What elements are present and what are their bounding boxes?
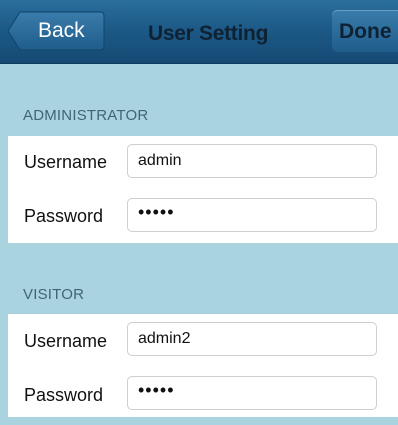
visitor-password-value: •••••	[138, 380, 175, 400]
user-setting-screen: Back User Setting Done ADMINISTRATOR Use…	[0, 0, 398, 425]
visitor-username-field[interactable]: admin2	[127, 322, 377, 356]
admin-username-value: admin	[138, 152, 182, 169]
done-button-label: Done	[339, 20, 392, 43]
visitor-password-label: Password	[24, 385, 104, 405]
visitor-header-text: VISITOR	[23, 286, 85, 303]
admin-username-label: Username	[24, 152, 108, 172]
admin-password-label: Password	[24, 206, 104, 226]
admin-username-field[interactable]: admin	[127, 144, 377, 178]
administrator-header-text: ADMINISTRATOR	[23, 107, 149, 124]
done-button[interactable]: Done	[332, 10, 398, 52]
visitor-form: Username admin2 Password •••••	[8, 314, 398, 417]
back-button[interactable]: Back	[6, 10, 106, 52]
page-title: User Setting	[148, 22, 269, 45]
visitor-password-field[interactable]: •••••	[127, 376, 377, 410]
visitor-username-value: admin2	[138, 330, 191, 347]
visitor-section-header: VISITOR	[0, 243, 398, 314]
admin-password-field[interactable]: •••••	[127, 198, 377, 232]
administrator-form: Username admin Password •••••	[8, 136, 398, 243]
navigation-bar: Back User Setting Done	[0, 0, 398, 64]
visitor-username-label: Username	[24, 331, 108, 351]
administrator-section-header: ADMINISTRATOR	[0, 64, 398, 136]
back-button-label: Back	[38, 19, 85, 42]
admin-password-value: •••••	[138, 202, 175, 222]
